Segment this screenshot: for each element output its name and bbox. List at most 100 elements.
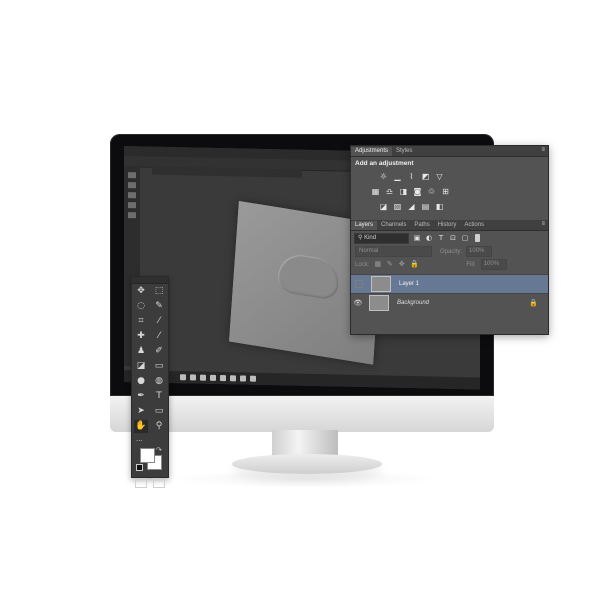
layer-name: Background xyxy=(397,300,430,306)
marquee-tool-icon[interactable]: ⬚ xyxy=(152,285,166,298)
lock-position-icon[interactable]: ✥ xyxy=(398,261,405,268)
lock-pixels-icon[interactable]: ✎ xyxy=(386,261,393,268)
filter-smart-object-icon[interactable]: ▢ xyxy=(461,234,469,242)
rectangle-tool-icon[interactable]: ▭ xyxy=(152,405,166,418)
eyedropper-tool-icon[interactable]: ⁄ xyxy=(152,315,166,328)
panel-menu-icon[interactable]: ≡ xyxy=(541,220,545,229)
invert-icon[interactable]: ◪ xyxy=(379,202,388,211)
color-swatches: ↷ xyxy=(132,446,168,474)
taskbar-icon xyxy=(180,374,186,381)
history-brush-tool-icon[interactable]: ✐ xyxy=(152,345,166,358)
threshold-icon[interactable]: ◢ xyxy=(407,202,416,211)
filter-toggle-switch[interactable] xyxy=(475,234,480,242)
curves-icon[interactable]: ⌇ xyxy=(407,172,416,181)
opacity-label: Opacity: xyxy=(440,248,463,255)
move-tool-icon[interactable]: ✥ xyxy=(134,285,148,298)
dodge-tool-icon[interactable]: ◍ xyxy=(152,375,166,388)
tab-paths[interactable]: Paths xyxy=(410,221,433,230)
foreground-color-swatch[interactable] xyxy=(140,448,155,463)
lock-all-icon[interactable]: 🔒 xyxy=(410,261,419,268)
layer-thumbnail xyxy=(369,295,389,311)
tab-adjustments[interactable]: Adjustments xyxy=(351,147,393,156)
screen-tool-icon xyxy=(128,172,136,179)
hand-tool-icon[interactable]: ✋ xyxy=(134,420,148,433)
taskbar-icon xyxy=(190,374,196,381)
taskbar-icon xyxy=(210,374,216,381)
exposure-icon[interactable]: ◩ xyxy=(421,172,430,181)
filter-pixel-icon[interactable]: ▣ xyxy=(413,234,421,242)
default-colors-icon[interactable] xyxy=(136,464,143,471)
tab-channels[interactable]: Channels xyxy=(377,221,410,230)
channel-mixer-icon[interactable]: ♲ xyxy=(427,187,436,196)
layer-row-background[interactable]: 👁 Background 🔒 xyxy=(351,293,548,312)
color-lookup-icon[interactable]: ⊞ xyxy=(441,187,450,196)
zoom-tool-icon[interactable]: ⚲ xyxy=(152,420,166,433)
quick-mask-icon[interactable] xyxy=(135,478,147,488)
photo-filter-icon[interactable]: ◙ xyxy=(413,187,422,196)
adjustments-tabbar: Adjustments Styles ≡ xyxy=(351,146,548,157)
gradient-tool-icon[interactable]: ▭ xyxy=(152,360,166,373)
hue-saturation-icon[interactable]: ▦ xyxy=(371,187,380,196)
eraser-tool-icon[interactable]: ◪ xyxy=(134,360,148,373)
blur-tool-icon[interactable]: ● xyxy=(134,375,148,388)
taskbar-icon xyxy=(240,375,246,382)
path-selection-tool-icon[interactable]: ➤ xyxy=(134,405,148,418)
crop-tool-icon[interactable]: ⌗ xyxy=(134,315,148,328)
embossed-shape xyxy=(277,251,340,301)
gradient-map-icon[interactable]: ▤ xyxy=(421,202,430,211)
filter-kind-select[interactable]: ⚲ Kind xyxy=(354,232,409,244)
selective-color-icon[interactable]: ◧ xyxy=(435,202,444,211)
adjustments-layers-panel: Adjustments Styles ≡ Add an adjustment ☼… xyxy=(350,145,549,335)
fill-field[interactable]: 100% xyxy=(480,259,507,270)
filter-adjustment-icon[interactable]: ◐ xyxy=(425,234,433,242)
taskbar-icon xyxy=(200,374,206,381)
type-tool-icon[interactable]: T xyxy=(152,390,166,403)
taskbar-icon xyxy=(220,375,226,382)
eye-icon[interactable]: 👁 xyxy=(351,299,365,307)
screen-tool-icon xyxy=(128,212,136,219)
screen-mode-icon[interactable] xyxy=(153,478,165,488)
levels-icon[interactable]: ▁ xyxy=(393,172,402,181)
blend-mode-select[interactable]: Normal xyxy=(355,246,432,257)
blend-row: Normal Opacity: 100% xyxy=(351,245,548,258)
filter-type-icon[interactable]: T xyxy=(437,234,445,242)
layers-panel: Layers Channels Paths History Actions ≡ … xyxy=(351,220,548,334)
taskbar-icon xyxy=(250,375,256,382)
posterize-icon[interactable]: ▨ xyxy=(393,202,402,211)
lock-icon: 🔒 xyxy=(529,299,538,307)
lock-row: Lock: ▦ ✎ ✥ 🔒 Fill: 100% xyxy=(351,258,548,271)
tab-layers[interactable]: Layers xyxy=(351,221,378,230)
brush-tool-icon[interactable]: ⁄ xyxy=(152,330,166,343)
tools-panel-grip[interactable] xyxy=(132,277,168,284)
tab-styles[interactable]: Styles xyxy=(392,147,416,156)
layer-filter-row: ⚲ Kind ▣ ◐ T ⊡ ▢ xyxy=(351,231,548,245)
tab-actions[interactable]: Actions xyxy=(460,221,488,230)
healing-brush-tool-icon[interactable]: ✚ xyxy=(134,330,148,343)
lock-label: Lock: xyxy=(355,261,370,268)
more-tools-button[interactable]: ... xyxy=(132,434,168,444)
lasso-tool-icon[interactable]: ◌ xyxy=(134,300,148,313)
adjustments-title: Add an adjustment xyxy=(355,160,414,167)
brightness-contrast-icon[interactable]: ☼ xyxy=(379,172,388,181)
screen-tool-icon xyxy=(128,202,136,209)
panel-menu-icon[interactable]: ≡ xyxy=(541,146,545,155)
quick-selection-tool-icon[interactable]: ✎ xyxy=(152,300,166,313)
filter-shape-icon[interactable]: ⊡ xyxy=(449,234,457,242)
monitor-stand-base xyxy=(232,454,382,474)
vibrance-icon[interactable]: ▽ xyxy=(435,172,444,181)
black-white-icon[interactable]: ◨ xyxy=(399,187,408,196)
layer-thumbnail xyxy=(371,276,391,292)
screen-taskbar xyxy=(124,370,480,390)
pen-tool-icon[interactable]: ✒ xyxy=(134,390,148,403)
clone-stamp-tool-icon[interactable]: ♟ xyxy=(134,345,148,358)
filter-kind-label: Kind xyxy=(364,234,377,241)
tools-panel: ✥ ⬚ ◌ ✎ ⌗ ⁄ ✚ ⁄ ♟ ✐ ◪ ▭ ● ◍ ✒ T ➤ ▭ ✋ ⚲ … xyxy=(131,276,169,488)
swap-colors-icon[interactable]: ↷ xyxy=(156,446,162,454)
visibility-toggle[interactable] xyxy=(355,280,363,288)
lock-transparency-icon[interactable]: ▦ xyxy=(374,261,382,268)
screen-tool-icon xyxy=(128,182,136,189)
color-balance-icon[interactable]: ♎ xyxy=(385,187,394,196)
opacity-field[interactable]: 100% xyxy=(466,246,493,257)
tab-history[interactable]: History xyxy=(434,221,461,230)
layer-row-layer-1[interactable]: Layer 1 xyxy=(351,274,548,293)
